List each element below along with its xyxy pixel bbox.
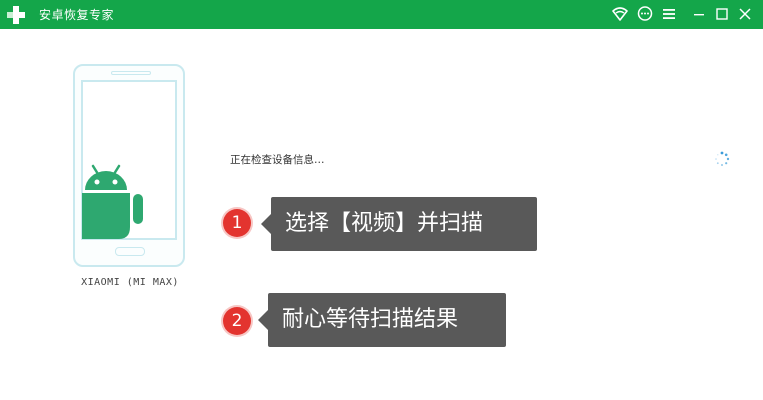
title-bar: 安卓恢复专家 xyxy=(0,0,763,29)
step-2-badge: 2 xyxy=(223,307,251,335)
device-name: XIAOMI (MI MAX) xyxy=(81,277,179,288)
app-title: 安卓恢复专家 xyxy=(39,8,115,22)
loading-spinner-icon xyxy=(715,151,730,166)
plus-cross-logo-icon xyxy=(7,6,25,24)
maximize-icon[interactable] xyxy=(713,5,731,23)
wifi-signal-icon[interactable] xyxy=(611,5,629,23)
close-icon[interactable] xyxy=(736,5,754,23)
step-1-badge: 1 xyxy=(223,209,251,237)
step-2-callout: 耐心等待扫描结果 xyxy=(258,293,506,347)
step-1-callout: 选择【视频】并扫描 xyxy=(261,197,537,251)
status-text: 正在检查设备信息… xyxy=(230,154,325,166)
chat-bubble-icon[interactable] xyxy=(636,5,654,23)
minimize-icon[interactable] xyxy=(690,5,708,23)
android-robot-icon xyxy=(82,164,143,239)
phone-speaker xyxy=(111,71,151,75)
menu-icon[interactable] xyxy=(660,5,678,23)
phone-home-button xyxy=(115,247,145,256)
